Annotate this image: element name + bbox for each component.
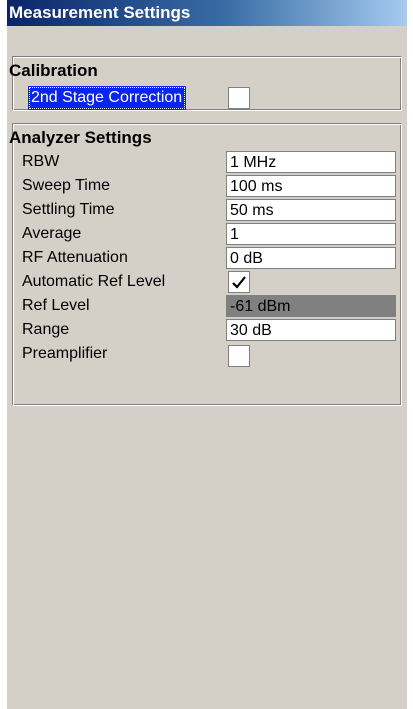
average-field[interactable]: 1	[226, 223, 396, 245]
ref-level-field: -61 dBm	[226, 295, 396, 317]
automatic-ref-level-checkbox[interactable]	[228, 271, 250, 293]
rf-attenuation-field[interactable]: 0 dB	[226, 247, 396, 269]
average-label: Average	[22, 225, 82, 242]
measurement-settings-window: Measurement Settings Calibration 2nd Sta…	[0, 0, 413, 709]
calibration-heading: Calibration	[9, 61, 98, 80]
range-field[interactable]: 30 dB	[226, 319, 396, 341]
rbw-label: RBW	[22, 153, 60, 170]
preamplifier-checkbox[interactable]	[228, 345, 250, 367]
settling-time-label: Settling Time	[22, 201, 115, 218]
analyzer-settings-heading: Analyzer Settings	[9, 128, 152, 147]
rf-attenuation-label: RF Attenuation	[22, 249, 128, 266]
sweep-time-label: Sweep Time	[22, 177, 111, 194]
second-stage-correction-checkbox[interactable]	[228, 87, 250, 109]
preamplifier-label: Preamplifier	[22, 345, 108, 362]
rbw-field[interactable]: 1 MHz	[226, 151, 396, 173]
second-stage-correction-label[interactable]: 2nd Stage Correction	[28, 86, 187, 110]
automatic-ref-level-label: Automatic Ref Level	[22, 273, 166, 290]
settling-time-field[interactable]: 50 ms	[226, 199, 396, 221]
sweep-time-field[interactable]: 100 ms	[226, 175, 396, 197]
checkmark-icon	[232, 276, 246, 289]
range-label: Range	[22, 321, 70, 338]
window-title: Measurement Settings	[7, 0, 407, 26]
ref-level-label: Ref Level	[22, 297, 90, 314]
